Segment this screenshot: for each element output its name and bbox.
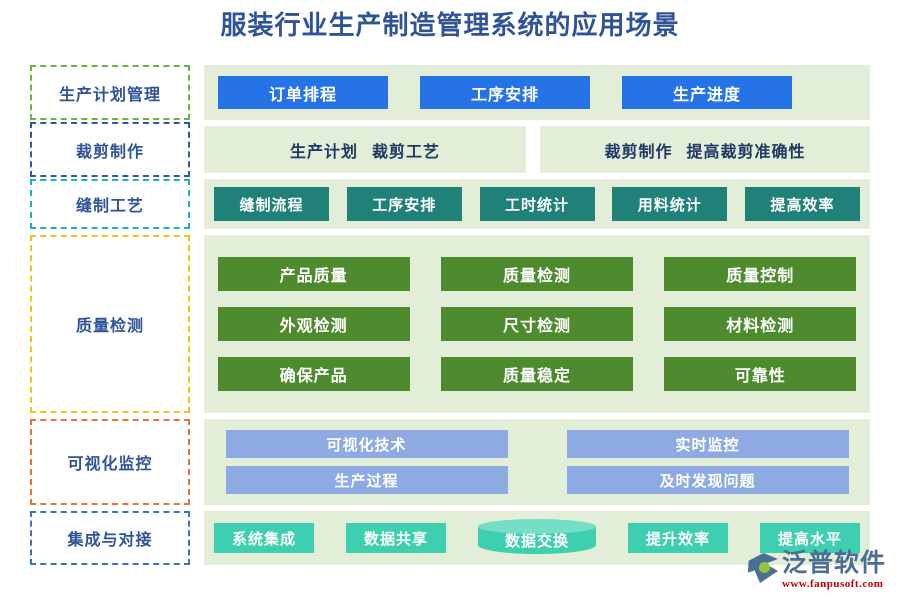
row-band-production-plan: 订单排程 工序安排 生产进度: [204, 65, 870, 120]
chip-improve-efficiency[interactable]: 提高效率: [745, 187, 860, 221]
chip-process-arrangement[interactable]: 工序安排: [420, 76, 590, 109]
row-production-plan: 生产计划管理 订单排程 工序安排 生产进度: [30, 65, 870, 120]
chip-boost-efficiency[interactable]: 提升效率: [628, 523, 728, 553]
chip-ensure-product[interactable]: 确保产品: [217, 357, 410, 391]
chip-data-sharing[interactable]: 数据共享: [346, 523, 446, 553]
chip-quality-control[interactable]: 质量控制: [664, 257, 857, 291]
chip-product-quality[interactable]: 产品质量: [217, 257, 410, 291]
row-band-monitoring: 可视化技术 实时监控 生产过程 及时发现问题: [204, 419, 870, 505]
monitoring-grid: 可视化技术 实时监控 生产过程 及时发现问题: [214, 430, 860, 494]
panel-text-cutting-production: 裁剪制作: [604, 143, 673, 161]
row-band-integration: 系统集成 数据共享 数据交换 提升效率 提高水平: [204, 511, 870, 565]
panel-cutting-right[interactable]: 裁剪制作 提高裁剪准确性: [540, 126, 870, 173]
chip-appearance-inspection[interactable]: 外观检测: [217, 307, 410, 341]
row-label-production-plan[interactable]: 生产计划管理: [30, 65, 190, 120]
row-monitoring: 可视化监控 可视化技术 实时监控 生产过程 及时发现问题: [30, 419, 870, 505]
row-integration: 集成与对接 系统集成 数据共享 数据交换 提升效率 提高水平: [30, 511, 870, 565]
chip-sewing-flow[interactable]: 缝制流程: [214, 187, 329, 221]
panel-text-cutting-craft: 裁剪工艺: [372, 143, 441, 161]
chip-man-hour-statistics[interactable]: 工时统计: [479, 187, 595, 221]
row-label-sewing[interactable]: 缝制工艺: [30, 179, 190, 229]
row-label-quality[interactable]: 质量检测: [30, 235, 190, 413]
row-label-integration[interactable]: 集成与对接: [30, 511, 190, 565]
chip-data-exchange-cylinder[interactable]: 数据交换: [478, 518, 596, 558]
chip-quality-inspection[interactable]: 质量检测: [440, 257, 633, 291]
chip-reliability[interactable]: 可靠性: [664, 357, 857, 391]
chip-quality-stability[interactable]: 质量稳定: [440, 357, 633, 391]
chip-production-progress[interactable]: 生产进度: [622, 76, 792, 109]
chip-realtime-monitoring[interactable]: 实时监控: [566, 430, 849, 458]
chip-production-process[interactable]: 生产过程: [225, 466, 508, 494]
row-label-monitoring[interactable]: 可视化监控: [30, 419, 190, 505]
chip-raise-level[interactable]: 提高水平: [760, 523, 860, 553]
logo-website-url: www.fanpusoft.com: [781, 578, 884, 590]
chip-dimension-inspection[interactable]: 尺寸检测: [440, 307, 633, 341]
row-sewing: 缝制工艺 缝制流程 工序安排 工时统计 用料统计 提高效率 泛普软件: [30, 179, 870, 376]
chip-process-arrangement-sewing[interactable]: 工序安排: [346, 187, 462, 221]
infographic-page: 服装行业生产制造管理系统的应用场景 生产计划管理 订单排程 工序安排 生产进度 …: [0, 0, 900, 600]
chip-data-exchange-label: 数据交换: [504, 533, 569, 550]
chip-timely-problem-detection[interactable]: 及时发现问题: [566, 466, 849, 494]
chip-visualization-tech[interactable]: 可视化技术: [225, 430, 508, 458]
row-band-quality: 产品质量 质量检测 质量控制 外观检测 尺寸检测 材料检测 确保产品 质量稳定 …: [204, 235, 870, 413]
row-label-cutting[interactable]: 裁剪制作: [30, 122, 190, 177]
chip-order-scheduling[interactable]: 订单排程: [218, 76, 388, 109]
quality-grid: 产品质量 质量检测 质量控制 外观检测 尺寸检测 材料检测 确保产品 质量稳定 …: [214, 257, 860, 391]
row-band-sewing: 缝制流程 工序安排 工时统计 用料统计 提高效率 泛普软件: [204, 179, 870, 376]
panel-text-production-plan: 生产计划: [289, 143, 358, 161]
row-band-cutting: 生产计划 裁剪工艺 裁剪制作 提高裁剪准确性: [204, 122, 870, 177]
chip-material-inspection[interactable]: 材料检测: [664, 307, 857, 341]
page-title: 服装行业生产制造管理系统的应用场景: [220, 10, 680, 40]
panel-text-cutting-accuracy: 提高裁剪准确性: [686, 143, 806, 161]
chip-material-statistics[interactable]: 用料统计: [612, 187, 728, 221]
chip-system-integration[interactable]: 系统集成: [214, 523, 314, 553]
row-cutting: 裁剪制作 生产计划 裁剪工艺 裁剪制作 提高裁剪准确性: [30, 122, 870, 177]
panel-cutting-left[interactable]: 生产计划 裁剪工艺: [204, 126, 526, 173]
row-quality: 质量检测 产品质量 质量检测 质量控制 外观检测 尺寸检测 材料检测 确保产品 …: [30, 235, 870, 413]
